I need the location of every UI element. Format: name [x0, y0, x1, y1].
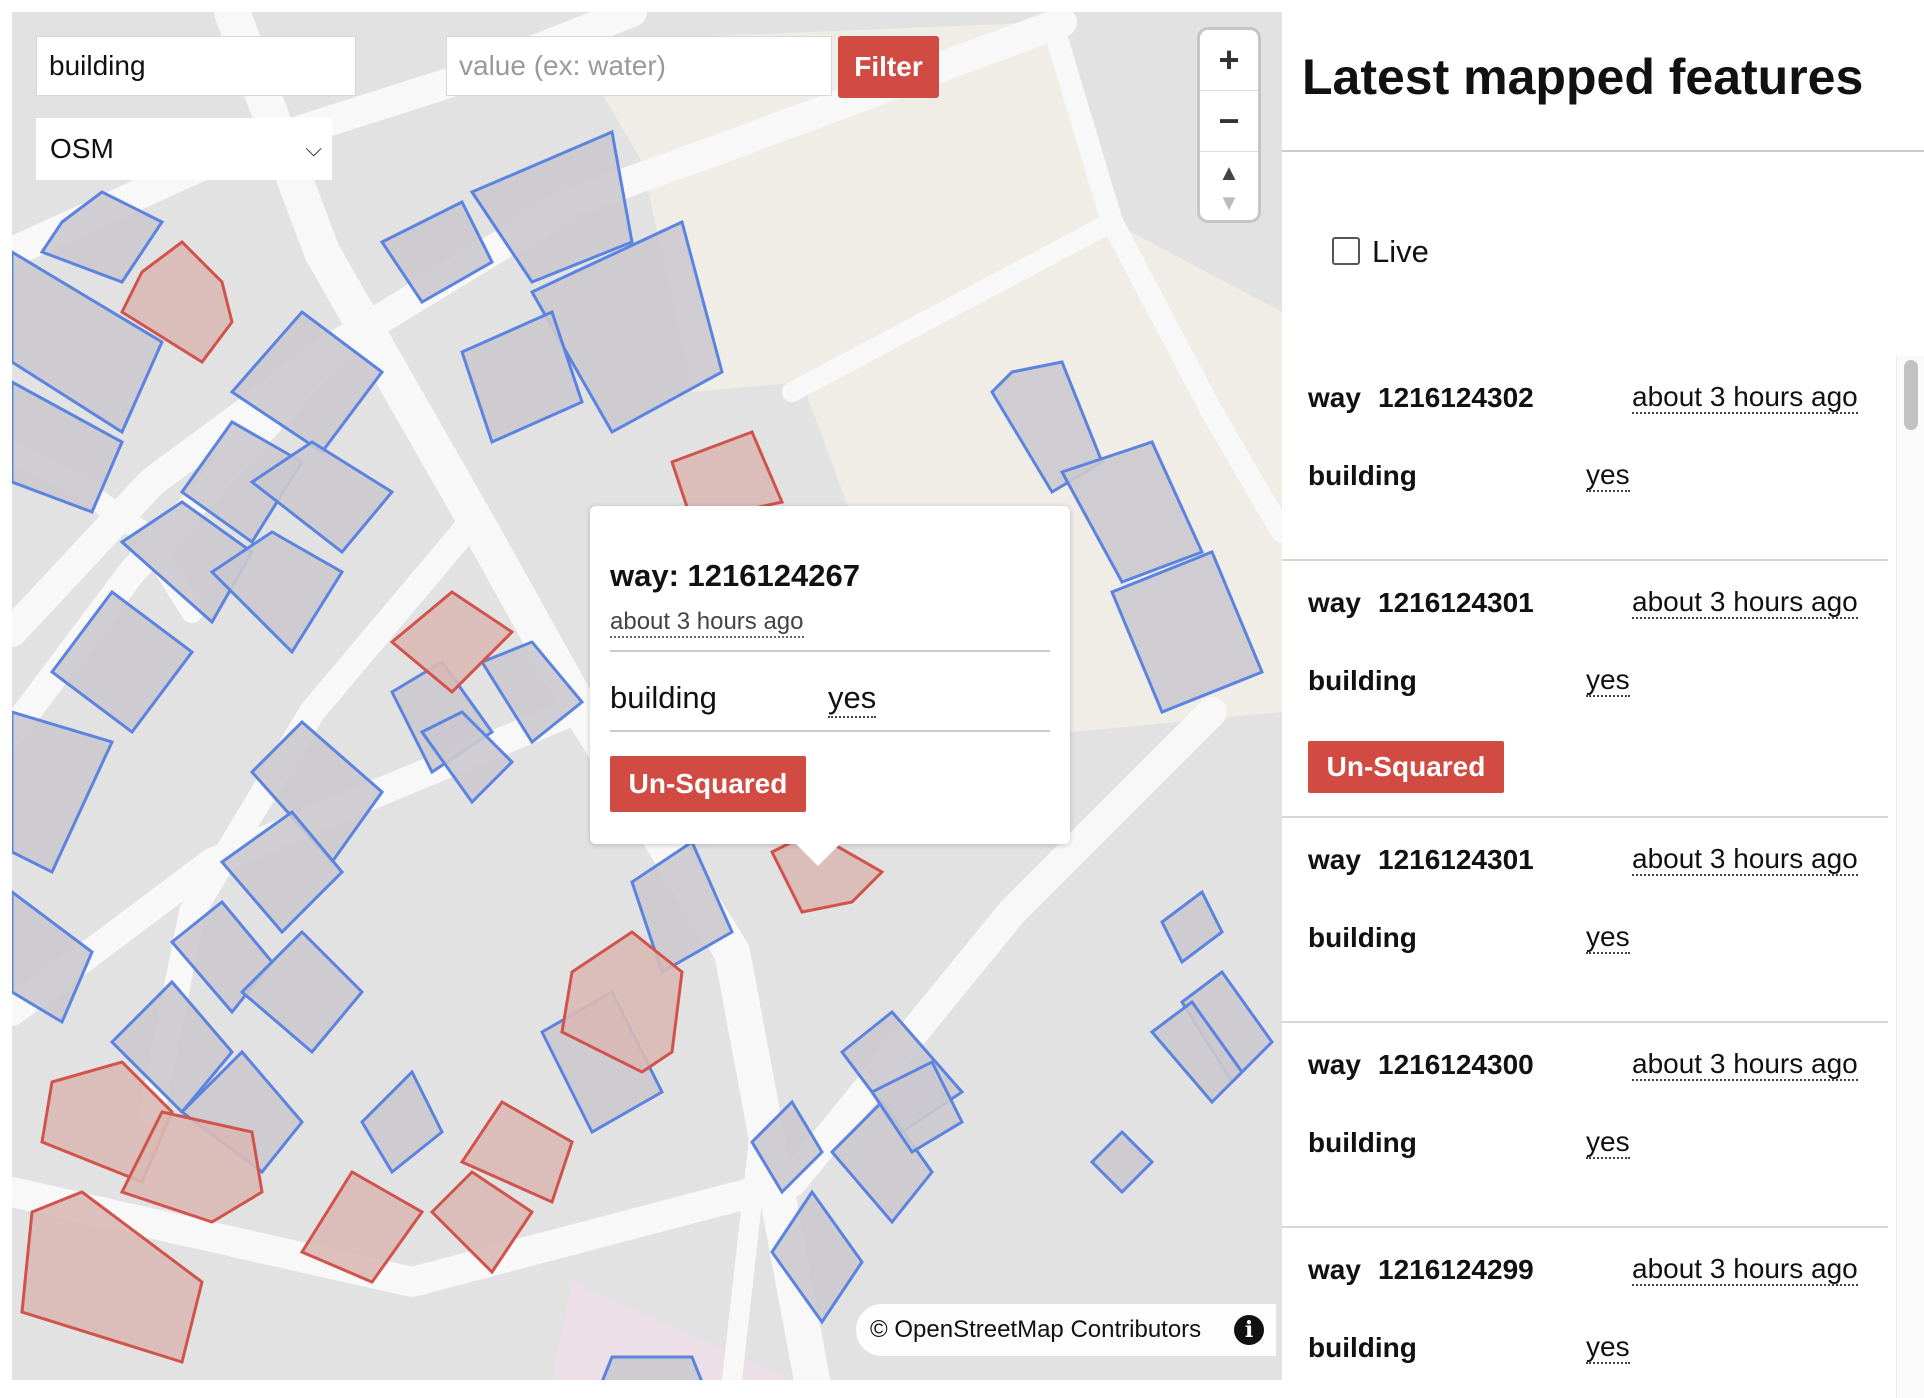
value-input[interactable]: value (ex: water): [446, 36, 832, 96]
scrollbar-thumb[interactable]: [1904, 360, 1918, 430]
feature-tag-value[interactable]: yes: [1586, 460, 1630, 492]
divider: [610, 650, 1050, 652]
compass-south-icon: ▼: [1218, 190, 1240, 215]
feature-tag-key: building: [1308, 460, 1417, 491]
info-icon[interactable]: i: [1234, 1315, 1264, 1345]
feature-tag-value[interactable]: yes: [1586, 1127, 1630, 1159]
feature-tag-key: building: [1308, 922, 1417, 953]
map-attribution: © OpenStreetMap Contributors i: [856, 1304, 1276, 1356]
sidebar: Latest mapped features Live way 121612430…: [1282, 0, 1924, 1398]
list-item[interactable]: way 1216124300 about 3 hours ago building ye…: [1282, 1023, 1888, 1228]
feature-tag-value[interactable]: yes: [1586, 1332, 1630, 1364]
feature-tag-key: building: [1308, 665, 1417, 696]
feature-tag-key: building: [1308, 1127, 1417, 1158]
feature-tag-value[interactable]: yes: [1586, 665, 1630, 697]
chevron-down-icon: ⌵: [305, 136, 322, 161]
list-item[interactable]: way 1216124302 about 3 hours ago building ye…: [1282, 356, 1888, 561]
feature-type: way: [1308, 382, 1361, 413]
feature-tag-value[interactable]: yes: [1586, 922, 1630, 954]
feature-id: 1216124302: [1378, 382, 1534, 413]
divider: [610, 730, 1050, 732]
feature-id: 1216124301: [1378, 587, 1534, 618]
live-label: Live: [1372, 234, 1429, 269]
popup-title: way: 1216124267: [610, 558, 860, 593]
feature-tag-key: building: [1308, 1332, 1417, 1363]
unsquared-badge: Un-Squared: [610, 756, 806, 812]
feature-id: 1216124299: [1378, 1254, 1534, 1285]
compass-icon: ▲: [1218, 160, 1240, 185]
attribution-text: © OpenStreetMap Contributors: [870, 1316, 1202, 1343]
list-item[interactable]: way 1216124299 about 3 hours ago building ye…: [1282, 1228, 1888, 1398]
popup-tag-key: building: [610, 680, 717, 715]
unsquared-badge: Un-Squared: [1308, 741, 1504, 793]
live-toggle[interactable]: Live: [1332, 234, 1429, 270]
source-select-value: OSM: [50, 133, 114, 164]
feature-list: way 1216124302 about 3 hours ago building ye…: [1282, 356, 1888, 1398]
popup-tag-value[interactable]: yes: [828, 680, 877, 718]
zoom-out-button[interactable]: −: [1200, 90, 1258, 151]
divider: [1282, 150, 1924, 152]
feature-timestamp[interactable]: about 3 hours ago: [1632, 1254, 1858, 1286]
feature-type: way: [1308, 587, 1361, 618]
feature-popup: way: 1216124267 about 3 hours ago buildi…: [590, 506, 1070, 866]
filter-button[interactable]: Filter: [838, 36, 939, 98]
feature-timestamp[interactable]: about 3 hours ago: [1632, 844, 1858, 876]
checkbox-icon[interactable]: [1332, 237, 1360, 265]
feature-id: 1216124300: [1378, 1049, 1534, 1080]
feature-type: way: [1308, 1049, 1361, 1080]
source-select[interactable]: OSM ⌵: [36, 118, 332, 180]
reset-north-button[interactable]: ▲ ▼: [1200, 151, 1258, 215]
popup-tip: [796, 844, 840, 866]
feature-timestamp[interactable]: about 3 hours ago: [1632, 382, 1858, 414]
scrollbar[interactable]: [1896, 356, 1924, 1398]
popup-timestamp: about 3 hours ago: [610, 608, 804, 638]
feature-timestamp[interactable]: about 3 hours ago: [1632, 587, 1858, 619]
list-item[interactable]: way 1216124301 about 3 hours ago building ye…: [1282, 818, 1888, 1023]
feature-type: way: [1308, 844, 1361, 875]
zoom-control: + − ▲ ▼: [1200, 30, 1258, 220]
feature-type: way: [1308, 1254, 1361, 1285]
zoom-in-button[interactable]: +: [1200, 30, 1258, 90]
feature-id: 1216124301: [1378, 844, 1534, 875]
map-canvas[interactable]: building value (ex: water) Filter OSM ⌵ …: [12, 12, 1282, 1380]
key-input[interactable]: building: [36, 36, 356, 96]
list-item[interactable]: way 1216124301 about 3 hours ago building ye…: [1282, 561, 1888, 818]
feature-timestamp[interactable]: about 3 hours ago: [1632, 1049, 1858, 1081]
sidebar-title: Latest mapped features: [1302, 49, 1864, 105]
